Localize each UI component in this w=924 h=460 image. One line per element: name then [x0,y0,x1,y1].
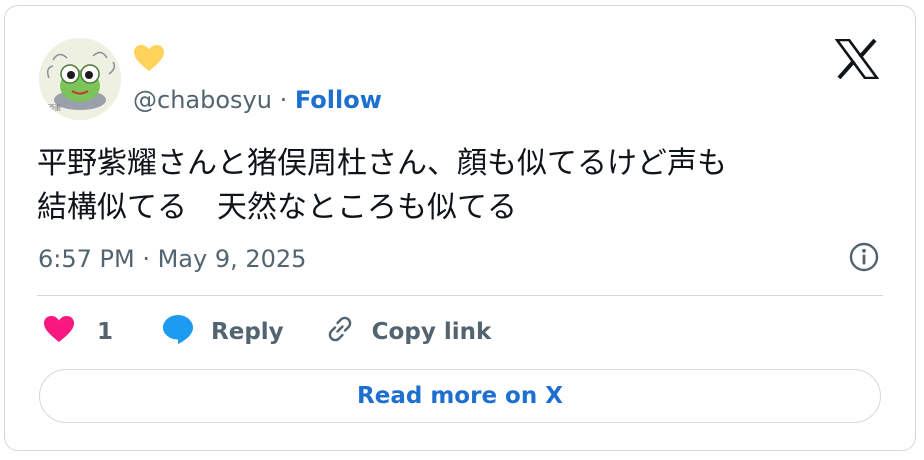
separator-dot: · [279,86,288,114]
svg-text:頑張: 頑張 [47,104,61,112]
read-more-label: Read more on X [357,383,563,409]
copy-link-label: Copy link [371,319,492,345]
follow-button[interactable]: Follow [295,86,382,114]
copy-link-button[interactable]: Copy link [324,313,492,351]
like-button[interactable]: 1 [43,315,113,349]
avatar[interactable]: 頑張 [39,38,121,120]
tweet-text-line: 平野紫耀さんと猪俣周杜さん、顔も似てるけど声も [37,146,727,181]
info-icon[interactable] [849,242,879,276]
action-bar: 1 Reply Copy link [43,312,491,352]
divider [37,295,883,296]
author-line: @chabosyu · Follow [133,86,382,114]
link-icon [324,313,356,351]
read-more-button[interactable]: Read more on X [39,369,881,423]
speech-bubble-icon [161,313,195,351]
like-count: 1 [97,319,114,345]
reply-label: Reply [211,319,284,345]
yellow-heart-icon [133,44,165,76]
heart-icon [43,315,75,349]
author-handle[interactable]: @chabosyu [133,86,272,114]
tweet-text: 平野紫耀さんと猪俣周杜さん、顔も似てるけど声も 結構似てる 天然なところも似てる [37,142,727,230]
x-logo-icon[interactable] [834,38,880,83]
frog-avatar-icon: 頑張 [39,38,121,120]
tweet-timestamp[interactable]: 6:57 PM · May 9, 2025 [38,244,306,274]
tweet-embed-card: 頑張 @chabosyu · Follow 平野紫耀さんと猪俣周杜さん、顔も似て… [4,5,916,451]
reply-button[interactable]: Reply [161,313,284,351]
tweet-text-line: 結構似てる 天然なところも似てる [37,190,517,225]
